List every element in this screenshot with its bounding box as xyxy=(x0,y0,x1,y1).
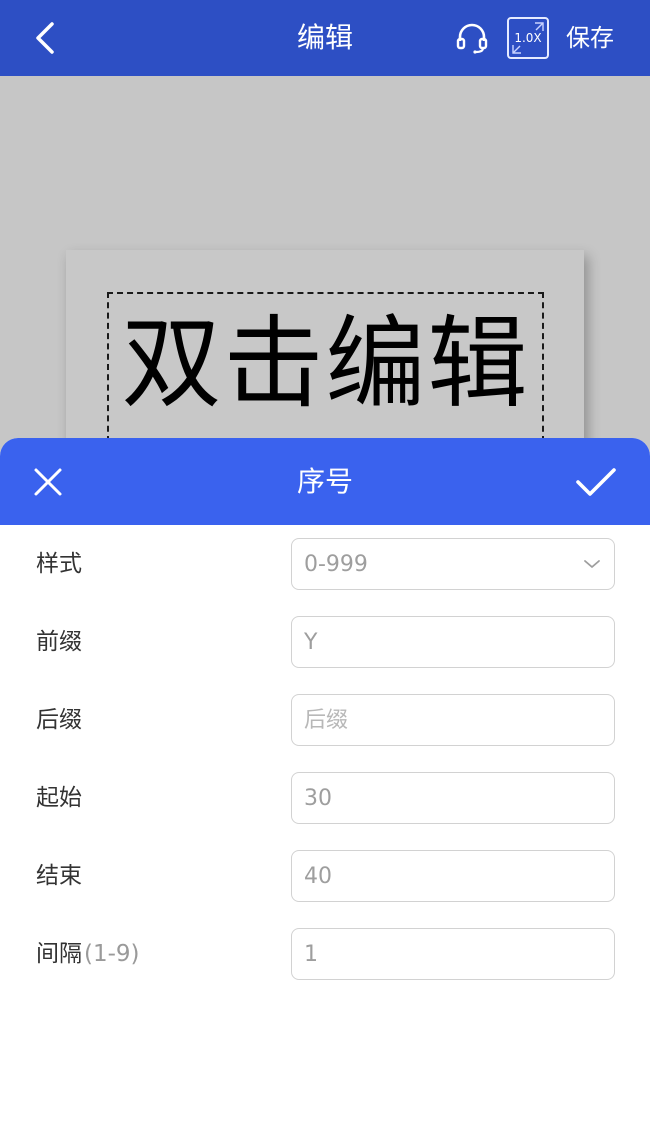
form-row-suffix: 后缀 xyxy=(0,694,650,746)
interval-label-wrap: 间隔(1-9) xyxy=(36,928,140,980)
chevron-left-icon xyxy=(36,22,54,54)
sheet-title: 序号 xyxy=(296,465,353,498)
prefix-label: 前缀 xyxy=(36,629,82,655)
app-bar: 编辑 1.0X 保存 xyxy=(0,0,650,76)
confirm-button[interactable] xyxy=(570,456,622,508)
prefix-input[interactable] xyxy=(291,616,615,668)
end-label: 结束 xyxy=(36,863,82,889)
zoom-button[interactable]: 1.0X xyxy=(507,17,549,59)
chevron-down-icon xyxy=(582,554,602,574)
interval-label: 间隔 xyxy=(36,941,82,967)
style-select[interactable]: 0-999 xyxy=(291,538,615,590)
style-select-value: 0-999 xyxy=(304,551,368,577)
interval-input[interactable] xyxy=(291,928,615,980)
suffix-label: 后缀 xyxy=(36,707,82,733)
suffix-input[interactable] xyxy=(291,694,615,746)
close-icon xyxy=(34,468,62,496)
sheet-header: 序号 xyxy=(0,438,650,525)
form-row-start: 起始 xyxy=(0,772,650,824)
form-row-style: 样式 0-999 xyxy=(0,538,650,590)
save-button[interactable]: 保存 xyxy=(566,0,614,76)
zoom-level: 1.0X xyxy=(514,31,542,45)
start-label: 起始 xyxy=(36,785,82,811)
form-row-prefix: 前缀 xyxy=(0,616,650,668)
headset-icon xyxy=(456,23,488,54)
support-button[interactable] xyxy=(452,18,492,58)
edit-screen: 编辑 1.0X 保存 双击编辑 序号 样式 0-999 前缀 Y 后缀 后缀 起… xyxy=(0,0,650,1121)
page-title: 编辑 xyxy=(296,21,353,54)
style-label: 样式 xyxy=(36,551,82,577)
form-row-interval: 间隔(1-9) xyxy=(0,928,650,980)
checkmark-icon xyxy=(576,468,616,496)
start-input[interactable] xyxy=(291,772,615,824)
serial-number-sheet: 序号 样式 0-999 前缀 Y 后缀 后缀 起始 30 结束 40 间隔(1-… xyxy=(0,438,650,1121)
text-element[interactable]: 双击编辑 xyxy=(107,292,544,442)
back-button[interactable] xyxy=(22,14,70,62)
label-canvas[interactable]: 双击编辑 xyxy=(0,76,650,500)
end-input[interactable] xyxy=(291,850,615,902)
form-row-end: 结束 xyxy=(0,850,650,902)
close-button[interactable] xyxy=(24,458,72,506)
text-element-content: 双击编辑 xyxy=(121,305,530,422)
interval-range-hint: (1-9) xyxy=(84,941,140,967)
